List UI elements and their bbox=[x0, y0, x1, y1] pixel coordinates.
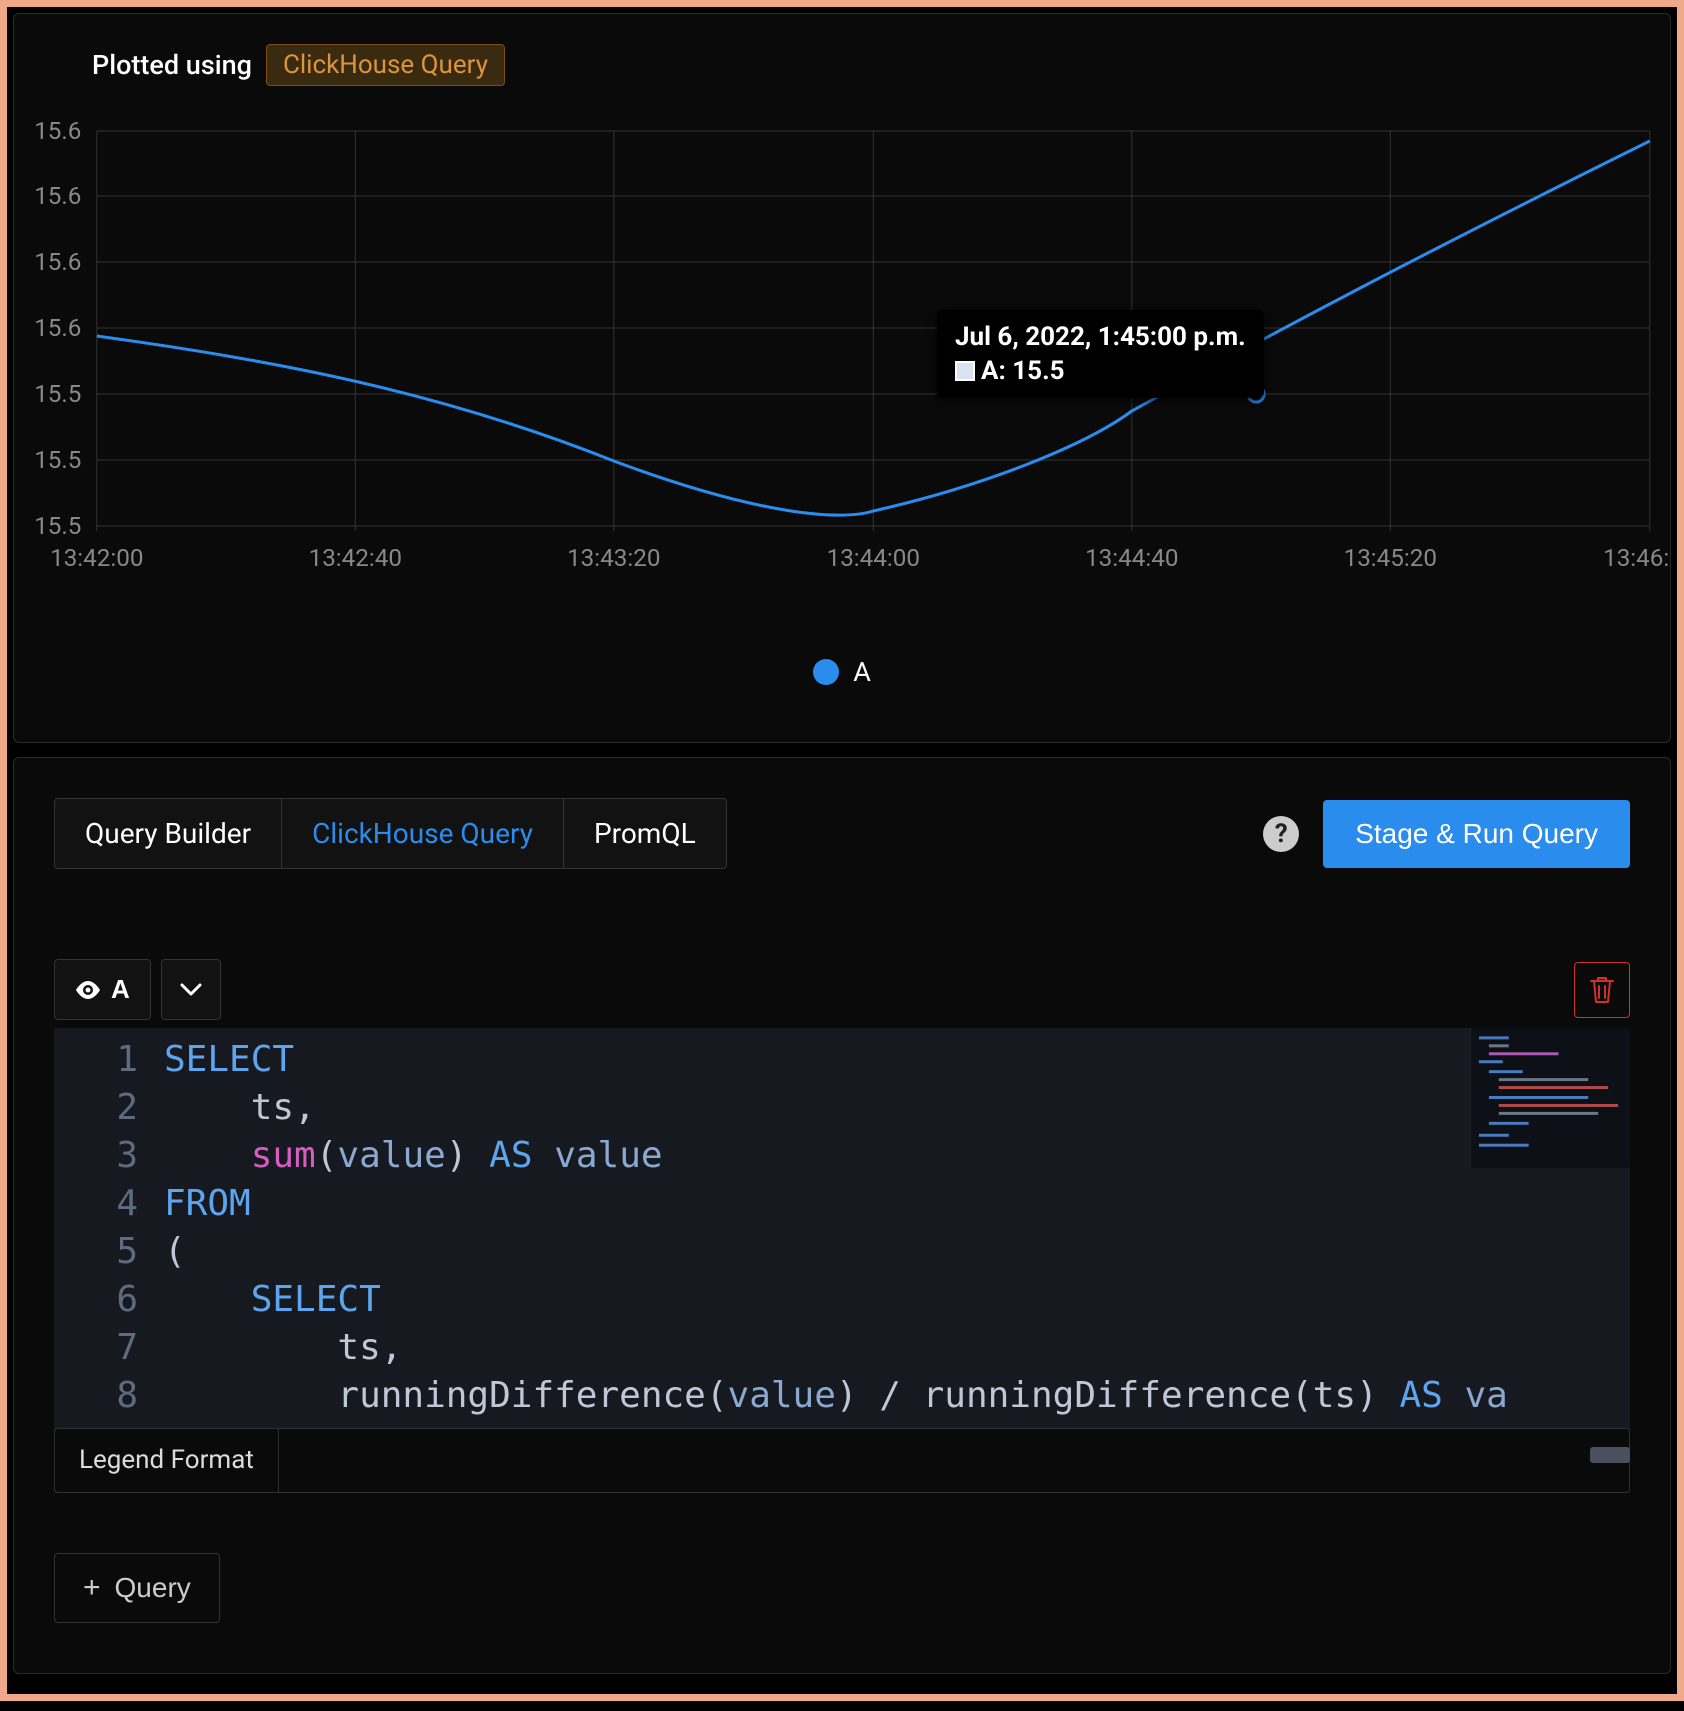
chart-panel: Plotted using ClickHouse Query bbox=[13, 13, 1671, 743]
svg-text:15.6: 15.6 bbox=[34, 182, 81, 210]
svg-text:15.5: 15.5 bbox=[34, 512, 81, 540]
chart-tooltip: Jul 6, 2022, 1:45:00 p.m. A: 15.5 bbox=[937, 310, 1264, 398]
svg-text:15.6: 15.6 bbox=[34, 314, 81, 342]
svg-text:13:46:00: 13:46:00 bbox=[1603, 544, 1670, 572]
trash-icon bbox=[1588, 975, 1616, 1005]
chevron-down-icon bbox=[180, 983, 202, 997]
chart-area[interactable]: 15.6 15.6 15.6 15.6 15.5 15.5 15.5 13:42… bbox=[14, 111, 1670, 611]
svg-text:13:43:20: 13:43:20 bbox=[567, 544, 660, 572]
tab-clickhouse-query[interactable]: ClickHouse Query bbox=[282, 798, 564, 869]
delete-query-button[interactable] bbox=[1574, 962, 1630, 1018]
line-chart: 15.6 15.6 15.6 15.6 15.5 15.5 15.5 13:42… bbox=[14, 111, 1670, 611]
svg-text:15.6: 15.6 bbox=[34, 117, 81, 145]
add-query-button[interactable]: + Query bbox=[54, 1553, 220, 1623]
tooltip-value-row: A: 15.5 bbox=[955, 356, 1246, 386]
chart-legend[interactable]: A bbox=[14, 656, 1670, 688]
code-body[interactable]: SELECT ts, sum(value) AS valueFROM( SELE… bbox=[154, 1028, 1630, 1428]
plus-icon: + bbox=[83, 1573, 101, 1603]
legend-format-label: Legend Format bbox=[54, 1428, 279, 1493]
svg-text:13:44:40: 13:44:40 bbox=[1085, 544, 1178, 572]
legend-dot bbox=[813, 659, 839, 685]
tooltip-time: Jul 6, 2022, 1:45:00 p.m. bbox=[955, 322, 1246, 352]
query-expand-toggle[interactable] bbox=[161, 959, 221, 1020]
svg-text:13:44:00: 13:44:00 bbox=[827, 544, 920, 572]
query-mode-tabs: Query Builder ClickHouse Query PromQL bbox=[54, 798, 727, 869]
tab-promql[interactable]: PromQL bbox=[564, 798, 727, 869]
query-panel: Query Builder ClickHouse Query PromQL ? … bbox=[13, 757, 1671, 1674]
legend-label: A bbox=[853, 656, 871, 688]
svg-text:13:42:40: 13:42:40 bbox=[309, 544, 402, 572]
y-axis-labels: 15.6 15.6 15.6 15.6 15.5 15.5 15.5 bbox=[34, 117, 81, 540]
code-editor[interactable]: 1 2 3 4 5 6 7 8 SELECT ts, sum(value) AS… bbox=[54, 1028, 1630, 1428]
plotted-using-label: Plotted using bbox=[92, 49, 252, 81]
svg-text:13:42:00: 13:42:00 bbox=[50, 544, 143, 572]
eye-icon bbox=[75, 981, 101, 999]
query-visibility-toggle[interactable]: A bbox=[54, 959, 151, 1020]
query-name-label: A bbox=[111, 974, 130, 1005]
add-query-label: Query bbox=[115, 1572, 191, 1604]
svg-text:15.5: 15.5 bbox=[34, 446, 81, 474]
editor-scrollbar-thumb[interactable] bbox=[1590, 1447, 1630, 1463]
code-minimap[interactable] bbox=[1470, 1028, 1630, 1168]
svg-text:13:45:20: 13:45:20 bbox=[1344, 544, 1437, 572]
svg-text:15.5: 15.5 bbox=[34, 380, 81, 408]
stage-run-button[interactable]: Stage & Run Query bbox=[1323, 800, 1630, 868]
tooltip-swatch bbox=[955, 361, 975, 381]
query-type-badge: ClickHouse Query bbox=[266, 44, 505, 86]
help-icon[interactable]: ? bbox=[1263, 816, 1299, 852]
legend-format-row: Legend Format bbox=[54, 1428, 1630, 1493]
tab-query-builder[interactable]: Query Builder bbox=[54, 798, 282, 869]
line-number-gutter: 1 2 3 4 5 6 7 8 bbox=[54, 1028, 154, 1428]
x-axis-labels: 13:42:00 13:42:40 13:43:20 13:44:00 13:4… bbox=[50, 544, 1670, 572]
legend-format-input[interactable] bbox=[279, 1428, 1630, 1493]
svg-text:15.6: 15.6 bbox=[34, 248, 81, 276]
chart-header: Plotted using ClickHouse Query bbox=[14, 44, 1670, 86]
